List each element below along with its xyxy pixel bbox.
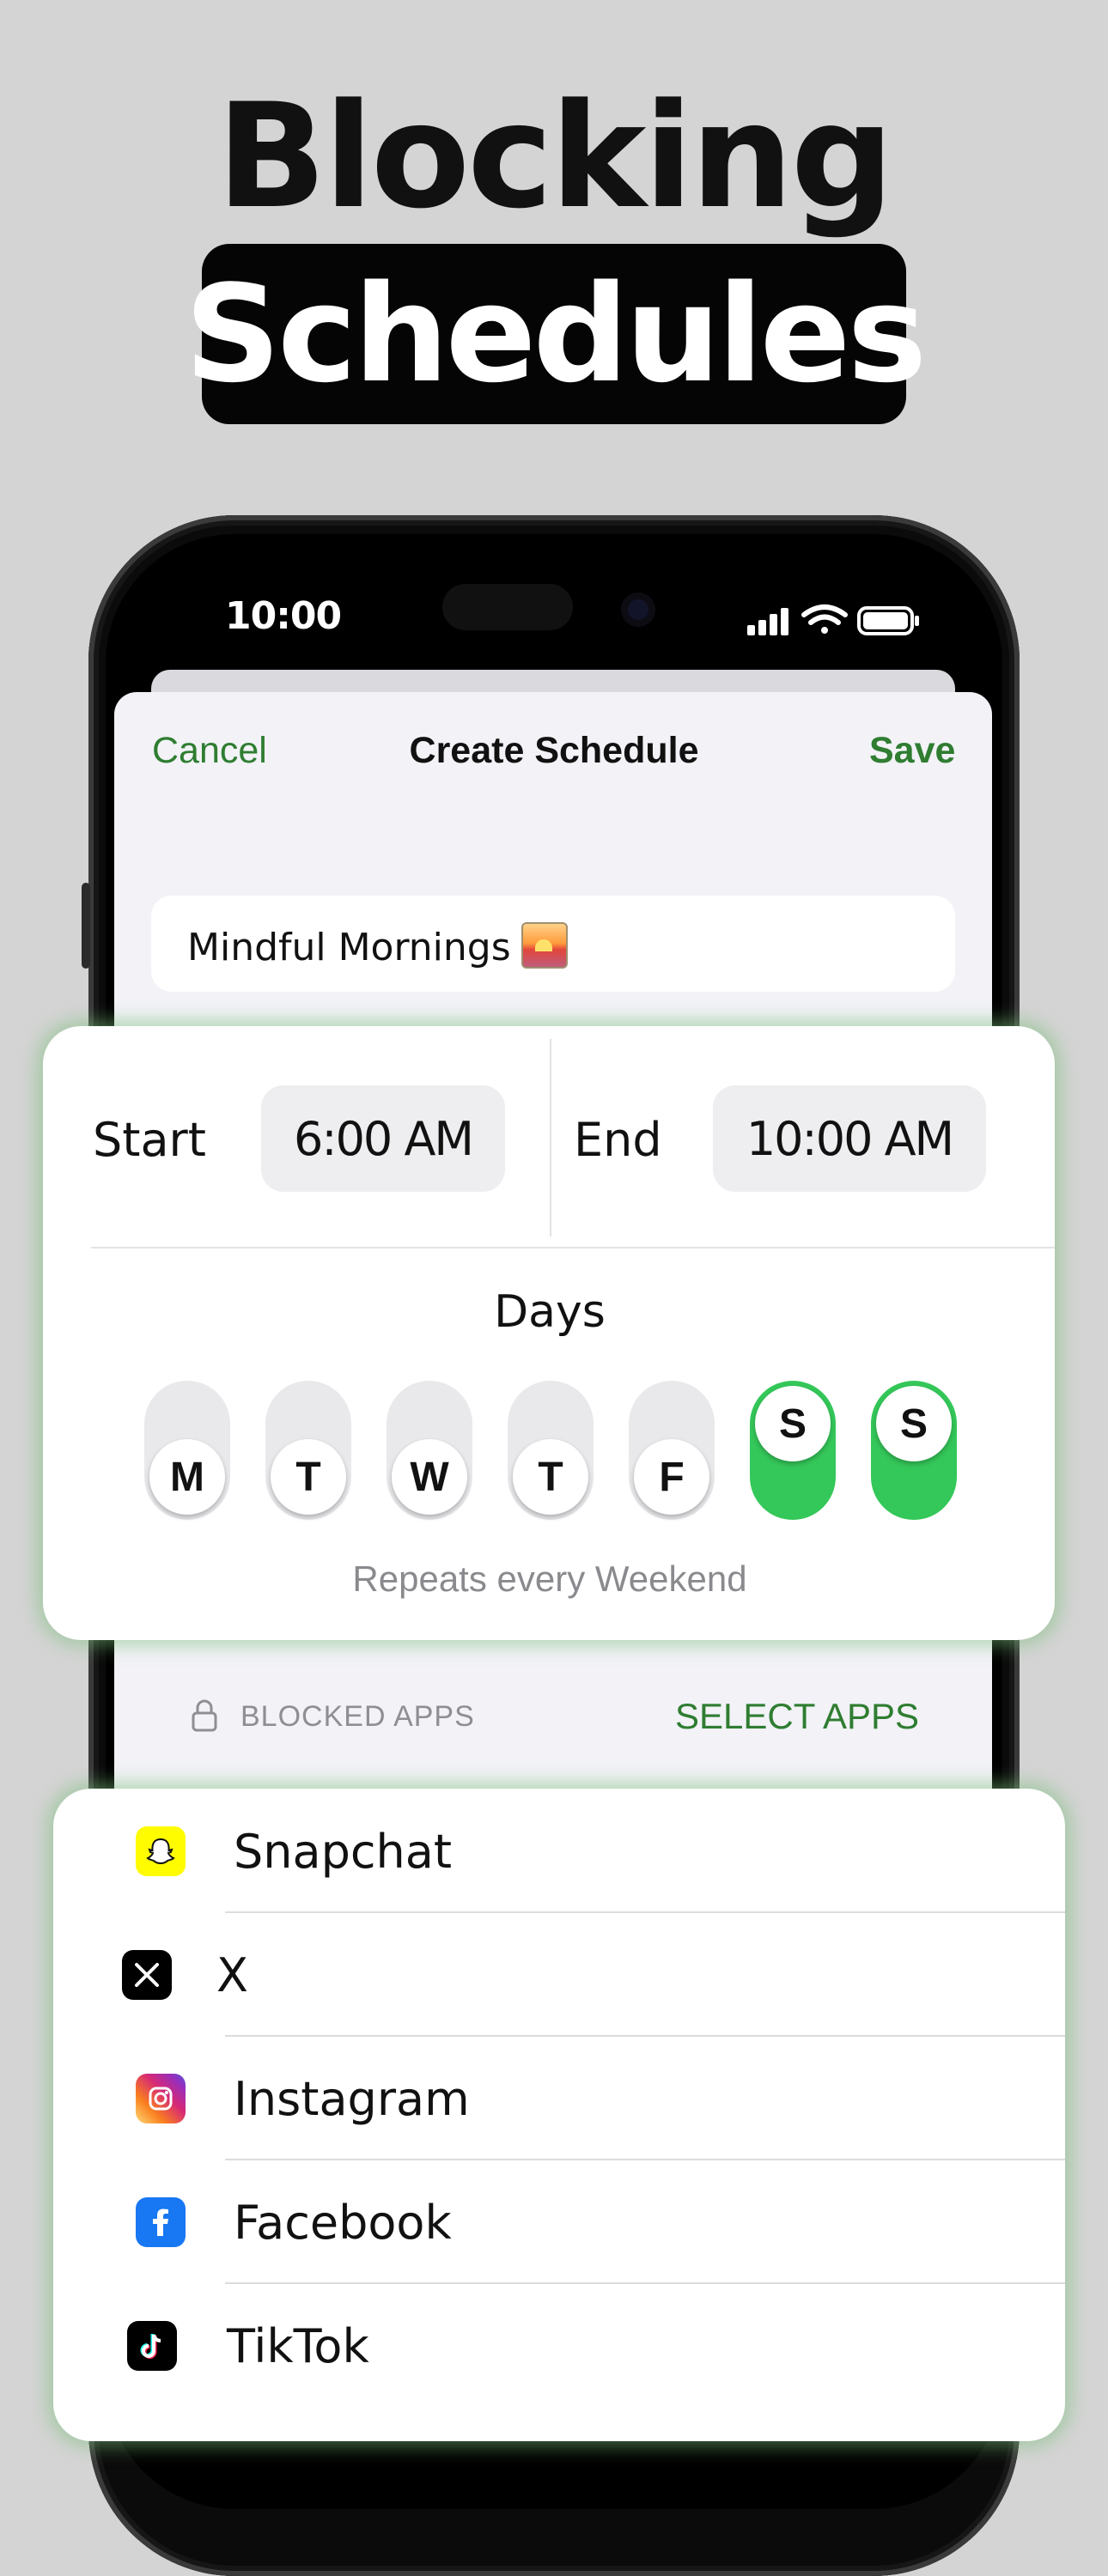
day-toggle-monday[interactable]: M xyxy=(144,1381,230,1520)
day-toggle-saturday[interactable]: S xyxy=(750,1381,836,1520)
snapchat-icon xyxy=(136,1826,186,1876)
battery-icon xyxy=(857,606,919,635)
app-row-tiktok[interactable]: TikTok xyxy=(53,2285,1065,2409)
app-name: TikTok xyxy=(227,2319,369,2373)
day-toggle-knob: M xyxy=(149,1439,225,1515)
day-toggle-friday[interactable]: F xyxy=(629,1381,715,1520)
day-toggle-knob: W xyxy=(392,1439,467,1515)
status-time: 10:00 xyxy=(225,594,342,638)
day-toggle-knob: T xyxy=(513,1439,588,1515)
row-separator xyxy=(225,2035,1065,2037)
days-title: Days xyxy=(494,1286,606,1338)
row-separator xyxy=(225,1911,1065,1913)
select-apps-button[interactable]: SELECT APPS xyxy=(675,1696,919,1737)
schedule-name-value: Mindful Mornings xyxy=(187,926,511,969)
app-name: Snapchat xyxy=(234,1825,453,1879)
day-toggle-knob: F xyxy=(634,1439,709,1515)
instagram-icon xyxy=(136,2074,186,2123)
facebook-icon xyxy=(136,2197,186,2247)
headline-title: Blocking xyxy=(216,72,894,240)
app-row-instagram[interactable]: Instagram xyxy=(53,2038,1065,2161)
app-row-facebook[interactable]: Facebook xyxy=(53,2161,1065,2285)
day-toggle-knob: T xyxy=(271,1439,346,1515)
start-time-picker[interactable]: 6:00 AM xyxy=(261,1085,505,1192)
schedule-name-text: Mindful Mornings xyxy=(187,922,568,969)
app-row-x[interactable]: X xyxy=(53,1914,1065,2038)
row-separator xyxy=(225,2282,1065,2284)
app-name: Facebook xyxy=(234,2196,452,2250)
app-name: Instagram xyxy=(234,2072,470,2126)
start-time-value: 6:00 AM xyxy=(294,1111,474,1166)
day-toggle-sunday[interactable]: S xyxy=(871,1381,957,1520)
repeats-summary: Repeats every Weekend xyxy=(352,1558,747,1599)
day-toggle-wednesday[interactable]: W xyxy=(387,1381,472,1520)
tiktok-icon xyxy=(127,2321,177,2371)
status-icons xyxy=(747,605,919,635)
day-toggle-knob: S xyxy=(755,1386,831,1461)
phone-side-button xyxy=(82,883,90,969)
end-label: End xyxy=(574,1113,662,1167)
app-name: X xyxy=(216,1948,248,2002)
headline-badge: Schedules xyxy=(185,244,927,424)
end-time-value: 10:00 AM xyxy=(746,1111,954,1166)
day-toggle-tuesday[interactable]: T xyxy=(265,1381,351,1520)
headline-subtitle: Schedules xyxy=(184,256,928,412)
days-divider xyxy=(91,1247,1055,1249)
save-button[interactable]: Save xyxy=(869,730,955,772)
x-icon xyxy=(122,1950,172,2000)
row-separator xyxy=(225,2159,1065,2160)
wifi-icon xyxy=(801,605,848,634)
day-toggle-thursday[interactable]: T xyxy=(508,1381,594,1520)
app-row-snapchat[interactable]: Snapchat xyxy=(53,1790,1065,1914)
end-time-picker[interactable]: 10:00 AM xyxy=(713,1085,986,1192)
day-toggle-knob: S xyxy=(876,1386,952,1461)
sunrise-icon xyxy=(521,922,568,969)
front-camera-icon xyxy=(621,592,655,627)
cellular-signal-icon xyxy=(747,608,788,635)
time-divider xyxy=(550,1039,551,1236)
dynamic-island xyxy=(442,584,573,630)
lock-icon xyxy=(192,1699,217,1732)
start-label: Start xyxy=(93,1113,206,1167)
blocked-apps-label: BLOCKED APPS xyxy=(240,1700,475,1733)
